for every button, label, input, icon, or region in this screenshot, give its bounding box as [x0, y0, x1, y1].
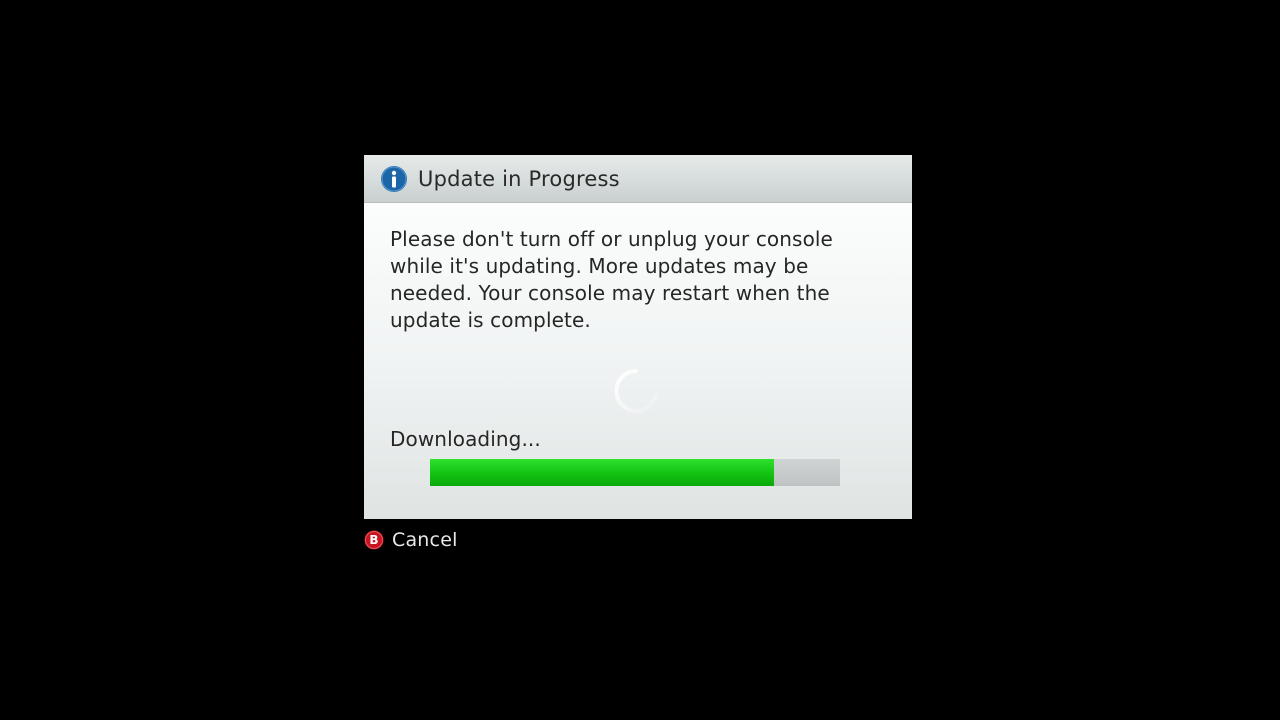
dialog-message: Please don't turn off or unplug your con… [390, 227, 833, 332]
download-status: Downloading... [390, 427, 541, 451]
update-dialog: Update in Progress Please don't turn off… [364, 155, 912, 519]
cancel-button[interactable]: B Cancel [364, 528, 458, 552]
loading-spinner-icon [614, 369, 658, 413]
cancel-label: Cancel [392, 529, 458, 551]
download-progress-bar [430, 459, 840, 486]
info-icon [381, 166, 407, 192]
download-progress-fill [430, 459, 775, 486]
dialog-title: Update in Progress [418, 167, 620, 191]
b-button-glyph: B [369, 533, 378, 547]
dialog-header: Update in Progress [364, 155, 912, 203]
b-button-icon: B [364, 530, 384, 550]
